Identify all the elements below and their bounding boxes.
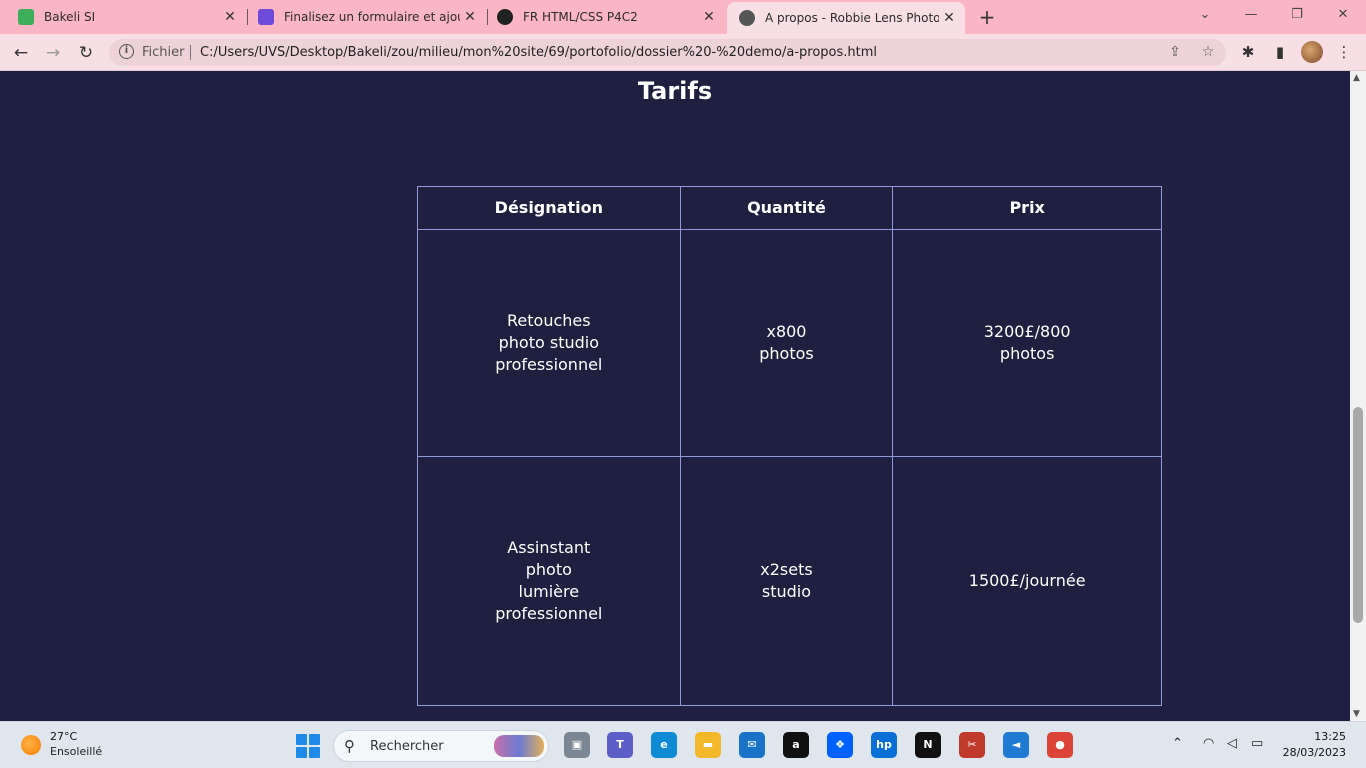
table-cell: 3200£/800 photos [892, 229, 1162, 457]
tab-title: Bakeli SI [44, 10, 96, 24]
column-header-designation: Désignation [417, 186, 681, 230]
dropbox-icon[interactable]: ❖ [827, 732, 853, 758]
clock-date[interactable]: 28/03/2023 [1283, 746, 1346, 759]
bookmark-star-icon[interactable]: ☆ [1199, 43, 1217, 61]
snipping-tool-icon[interactable]: ✂ [959, 732, 985, 758]
edge-icon[interactable]: e [651, 732, 677, 758]
myhp-icon[interactable]: hp [871, 732, 897, 758]
address-separator [190, 45, 191, 60]
globe-icon [739, 10, 755, 26]
new-tab-button[interactable]: + [976, 6, 998, 28]
table-cell: x800 photos [679, 229, 894, 457]
table-header-row: Désignation Quantité Prix [417, 186, 1162, 230]
forward-arrow-icon[interactable]: → [40, 40, 66, 66]
page-heading: Tarifs [637, 77, 713, 105]
url-text[interactable]: C:/Users/UVS/Desktop/Bakeli/zou/milieu/m… [200, 45, 877, 60]
start-tile [309, 734, 320, 745]
tab-formulaire[interactable]: Finalisez un formulaire et ajoutez ✕ [240, 0, 486, 34]
page-scrollbar[interactable]: ▲ ▼ [1350, 71, 1366, 721]
cell-quantite: x800 photos [759, 322, 814, 363]
table-cell: 1500£/journée [892, 456, 1162, 706]
weather-temperature[interactable]: 27°C [50, 730, 77, 743]
weather-description[interactable]: Ensoleillé [50, 745, 102, 758]
table-cell: Retouches photo studio professionnel [417, 229, 681, 457]
chevron-up-icon[interactable]: ⌃ [1172, 736, 1183, 751]
restore-button[interactable]: ❐ [1274, 0, 1320, 30]
tab-bakeli[interactable]: Bakeli SI ✕ [0, 0, 246, 34]
close-icon[interactable]: ✕ [939, 8, 959, 28]
teams-icon[interactable]: T [607, 732, 633, 758]
battery-icon[interactable]: ▭ [1251, 736, 1263, 751]
taskbar-search[interactable]: ⚲ Rechercher [333, 730, 549, 762]
cell-prix: 1500£/journée [968, 571, 1086, 590]
minimize-button[interactable]: — [1228, 0, 1274, 30]
extensions-icon[interactable]: ✱ [1238, 42, 1258, 62]
mail-icon[interactable]: ✉ [739, 732, 765, 758]
search-highlight-image [494, 735, 544, 757]
file-explorer-icon[interactable]: ▬ [695, 732, 721, 758]
side-panel-icon[interactable]: ▮ [1270, 42, 1290, 62]
reload-icon[interactable]: ↻ [73, 40, 99, 66]
table-cell: Assinstant photo lumière professionnel [417, 456, 681, 706]
scroll-down-icon[interactable]: ▼ [1353, 709, 1360, 719]
info-icon[interactable]: i [119, 44, 134, 59]
column-header-quantite: Quantité [679, 186, 894, 230]
bakeli-favicon-icon [18, 9, 34, 25]
browser-toolbar: ← → ↻ i Fichier C:/Users/UVS/Desktop/Bak… [0, 34, 1366, 71]
back-arrow-icon[interactable]: ← [8, 40, 34, 66]
close-icon[interactable]: ✕ [699, 7, 719, 27]
scheme-label: Fichier [142, 45, 185, 60]
table-row: Assinstant photo lumière professionnel x… [417, 456, 1162, 706]
amazon-icon[interactable]: a [783, 732, 809, 758]
scroll-thumb[interactable] [1353, 407, 1363, 623]
vscode-icon[interactable]: ◄ [1003, 732, 1029, 758]
table-cell: x2sets studio [679, 456, 894, 706]
profile-avatar[interactable] [1301, 41, 1323, 63]
tab-html-css[interactable]: FR HTML/CSS P4C2 ✕ [479, 0, 725, 34]
clock-time[interactable]: 13:25 [1314, 730, 1346, 743]
cell-designation: Retouches photo studio professionnel [495, 311, 603, 374]
start-tile [296, 734, 307, 745]
search-placeholder: Rechercher [370, 739, 444, 754]
openclassrooms-favicon-icon [258, 9, 274, 25]
volume-icon[interactable]: ◁ [1227, 736, 1237, 751]
tab-search-icon[interactable]: ⌄ [1182, 0, 1228, 30]
task-view-icon[interactable]: ▣ [564, 732, 590, 758]
pricing-table: Désignation Quantité Prix Retouches phot… [417, 186, 1162, 706]
close-icon[interactable]: ✕ [460, 7, 480, 27]
tab-strip: Bakeli SI ✕ Finalisez un formulaire et a… [0, 0, 1366, 34]
tab-title: A propos - Robbie Lens Photogra [765, 11, 939, 25]
close-icon[interactable]: ✕ [220, 7, 240, 27]
page-content: Tarifs Désignation Quantité Prix Retouch… [0, 71, 1350, 721]
search-icon: ⚲ [344, 737, 355, 755]
chrome-icon[interactable]: ● [1047, 732, 1073, 758]
scroll-up-icon[interactable]: ▲ [1353, 73, 1360, 83]
start-tile [309, 747, 320, 758]
netflix-icon[interactable]: N [915, 732, 941, 758]
table-row: Retouches photo studio professionnel x80… [417, 229, 1162, 457]
cell-quantite: x2sets studio [760, 560, 813, 601]
menu-kebab-icon[interactable]: ⋮ [1334, 42, 1354, 62]
codepen-favicon-icon [497, 9, 513, 25]
address-bar[interactable]: i Fichier C:/Users/UVS/Desktop/Bakeli/zo… [109, 39, 1226, 66]
tab-a-propos[interactable]: A propos - Robbie Lens Photogra ✕ [727, 2, 965, 34]
cell-prix: 3200£/800 photos [983, 322, 1071, 363]
windows-taskbar: 27°C Ensoleillé ⚲ Rechercher ▣ Te ▬ ✉ a ❖ hp N ✂… [0, 721, 1366, 768]
wifi-icon[interactable]: ◠ [1203, 736, 1214, 751]
windows-start-icon[interactable] [296, 734, 320, 758]
close-window-button[interactable]: ✕ [1320, 0, 1366, 30]
start-tile [296, 747, 307, 758]
tab-title: Finalisez un formulaire et ajoutez [284, 10, 460, 24]
column-header-prix: Prix [892, 186, 1162, 230]
share-icon[interactable]: ⇪ [1166, 43, 1184, 61]
tab-title: FR HTML/CSS P4C2 [523, 10, 638, 24]
cell-designation: Assinstant photo lumière professionnel [495, 538, 603, 623]
sun-weather-icon[interactable] [21, 735, 41, 755]
